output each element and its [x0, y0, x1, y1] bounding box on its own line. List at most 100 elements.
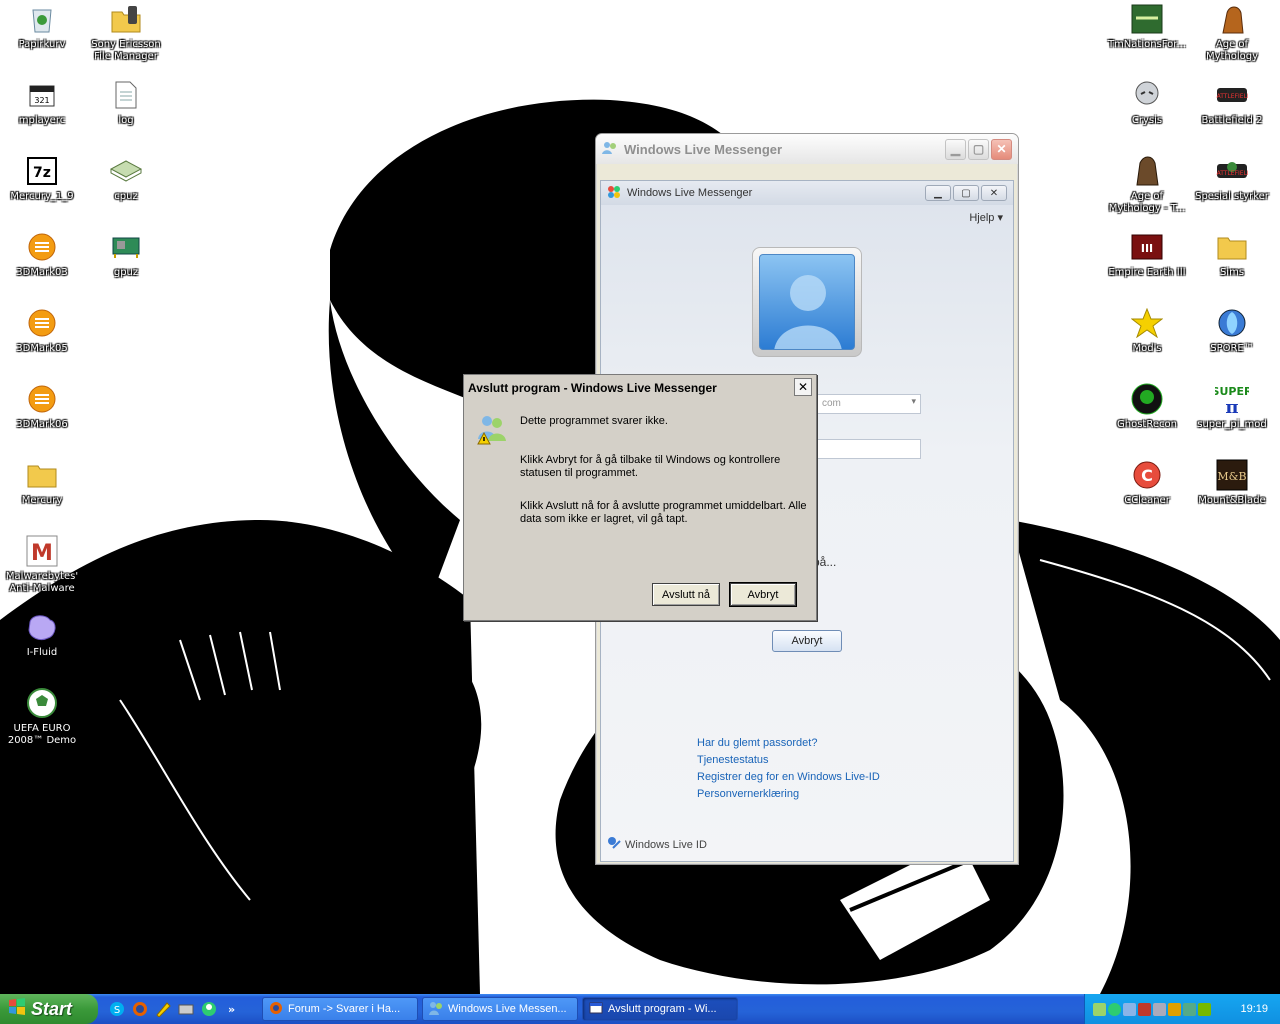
- skype-icon[interactable]: S: [108, 1001, 125, 1018]
- tray-icon-messenger[interactable]: [1108, 1002, 1121, 1016]
- svg-text:M&B: M&B: [1217, 470, 1246, 483]
- desktop-icon-uefa-euro[interactable]: UEFA EURO 2008™ Demo: [0, 686, 84, 747]
- windows-live-id-icon: [607, 836, 621, 853]
- desktop-icon-log[interactable]: log: [84, 78, 168, 127]
- firefox-icon[interactable]: [131, 1001, 148, 1018]
- messenger-warning-icon: [476, 413, 508, 448]
- taskbar-button-messenger[interactable]: Windows Live Messen...: [422, 997, 578, 1021]
- tray-icon-monitor[interactable]: [1153, 1002, 1166, 1016]
- messenger-inner-title-bar[interactable]: Windows Live Messenger ▁ ▢ ✕: [601, 181, 1013, 205]
- desktop-icon-recycle-bin[interactable]: Papirkurv: [0, 2, 84, 51]
- desktop-icon-spesial-styrker[interactable]: BATTLEFIELD Spesial styrker: [1190, 154, 1274, 203]
- star-icon: [1130, 306, 1164, 340]
- maximize-button[interactable]: ▢: [968, 138, 989, 160]
- crysis-icon: [1130, 78, 1164, 112]
- messenger-quick-icon[interactable]: [200, 1001, 217, 1018]
- outer-window-title: Windows Live Messenger: [624, 141, 783, 157]
- desktop-icon-3dmark05[interactable]: 3DMark05: [0, 306, 84, 355]
- taskbar-button-end-program[interactable]: Avslutt program - Wi...: [582, 997, 738, 1021]
- inner-maximize-button[interactable]: ▢: [953, 185, 979, 201]
- desktop-icon-ghostrecon[interactable]: GhostRecon: [1105, 382, 1189, 431]
- desktop-icon-gpuz[interactable]: gpuz: [84, 230, 168, 279]
- tray-icon-network[interactable]: [1093, 1002, 1106, 1016]
- desktop-icon-ccleaner[interactable]: C CCleaner: [1105, 458, 1189, 507]
- folder-icon: [1215, 230, 1249, 264]
- messenger-inner-title: Windows Live Messenger: [627, 187, 753, 199]
- desktop-icon-3dmark06[interactable]: 3DMark06: [0, 382, 84, 431]
- desktop-icon-mercury-1-9[interactable]: 7z Mercury_1_9: [0, 154, 84, 203]
- folder-icon: [25, 458, 59, 492]
- svg-text:π: π: [1225, 397, 1238, 415]
- desktop-icon-sims[interactable]: Sims: [1190, 230, 1274, 279]
- register-live-id-link[interactable]: Registrer deg for en Windows Live-ID: [697, 769, 880, 786]
- svg-text:BATTLEFIELD: BATTLEFIELD: [1216, 93, 1248, 100]
- windows-logo-icon: [8, 997, 26, 1021]
- 7zip-icon: 7z: [25, 154, 59, 188]
- end-now-button[interactable]: Avslutt nå: [652, 583, 720, 606]
- taskbar: Start S » Forum -> Svarer i Ha... Window…: [0, 994, 1280, 1024]
- windows-live-id-footer: Windows Live ID: [607, 836, 707, 853]
- battlefield-icon: BATTLEFIELD: [1215, 78, 1249, 112]
- start-button[interactable]: Start: [0, 994, 98, 1024]
- desktop-icon-super-pi-mod[interactable]: SUPER π super_pi_mod: [1190, 382, 1274, 431]
- keyboard-icon[interactable]: [177, 1001, 194, 1018]
- email-field[interactable]: com ▾: [815, 394, 921, 414]
- password-field[interactable]: [815, 439, 921, 459]
- malwarebytes-icon: M: [25, 534, 59, 568]
- inner-close-button[interactable]: ✕: [981, 185, 1007, 201]
- messenger-links: Har du glemt passordet? Tjenestestatus R…: [697, 735, 880, 803]
- tray-icon-nvidia[interactable]: [1198, 1002, 1211, 1016]
- chevron-down-icon: ▾: [911, 397, 916, 407]
- forgot-password-link[interactable]: Har du glemt passordet?: [697, 735, 880, 752]
- desktop-icon-age-of-mythology-titans[interactable]: Age of Mythology - T...: [1105, 154, 1189, 215]
- desktop-icon-crysis[interactable]: Crysis: [1105, 78, 1189, 127]
- desktop-icon-mplayerc[interactable]: 321 mplayerc: [0, 78, 84, 127]
- service-status-link[interactable]: Tjenestestatus: [697, 752, 880, 769]
- desktop-icon-mount-blade[interactable]: M&B Mount&Blade: [1190, 458, 1274, 507]
- desktop-icon-tmnations[interactable]: TmNationsFor...: [1105, 2, 1189, 51]
- svg-text:M: M: [31, 541, 53, 566]
- ifluid-icon: [25, 610, 59, 644]
- tray-icon-update[interactable]: [1183, 1002, 1196, 1016]
- svg-text:III: III: [1141, 242, 1153, 255]
- clock[interactable]: 19:19: [1240, 1003, 1268, 1015]
- 3dmark-icon: [25, 230, 59, 264]
- tray-icon-display[interactable]: [1123, 1002, 1136, 1016]
- desktop-icon-battlefield-2[interactable]: BATTLEFIELD Battlefield 2: [1190, 78, 1274, 127]
- ghost-recon-icon: [1130, 382, 1164, 416]
- inner-minimize-button[interactable]: ▁: [925, 185, 951, 201]
- quick-launch-tool-icon[interactable]: [154, 1001, 171, 1018]
- desktop-icon-spore[interactable]: SPORE™: [1190, 306, 1274, 355]
- firefox-icon: [269, 1001, 283, 1018]
- tray-icon-security[interactable]: [1168, 1002, 1181, 1016]
- dialog-close-button[interactable]: ✕: [794, 378, 812, 396]
- desktop-icon-sony-ericsson[interactable]: Sony Ericsson File Manager: [84, 2, 168, 63]
- close-button[interactable]: ✕: [991, 138, 1012, 160]
- desktop-icon-cpuz[interactable]: cpuz: [84, 154, 168, 203]
- end-program-dialog[interactable]: Avslutt program - Windows Live Messenger…: [463, 374, 817, 621]
- help-menu[interactable]: Hjelp ▾: [969, 211, 1003, 224]
- taskbar-button-firefox-forum[interactable]: Forum -> Svarer i Ha...: [262, 997, 418, 1021]
- ccleaner-icon: C: [1130, 458, 1164, 492]
- outer-title-bar[interactable]: Windows Live Messenger ▁ ▢ ✕: [596, 134, 1018, 164]
- desktop-icon-i-fluid[interactable]: I-Fluid: [0, 610, 84, 659]
- soccer-ball-icon: [25, 686, 59, 720]
- desktop-icon-malwarebytes[interactable]: M Malwarebytes' Anti-Malware: [0, 534, 84, 595]
- desktop-icon-mods[interactable]: Mod's: [1105, 306, 1189, 355]
- chevron-down-icon: ▾: [997, 212, 1003, 224]
- desktop-icon-empire-earth[interactable]: III Empire Earth III: [1105, 230, 1189, 279]
- quick-launch-expand-chevron[interactable]: »: [223, 1001, 240, 1018]
- avatar[interactable]: [752, 247, 862, 357]
- tray-icon-volume[interactable]: [1138, 1002, 1151, 1016]
- privacy-statement-link[interactable]: Personvernerklæring: [697, 786, 880, 803]
- desktop-icon-3dmark03[interactable]: 3DMark03: [0, 230, 84, 279]
- desktop-icon-mercury[interactable]: Mercury: [0, 458, 84, 507]
- 3dmark-icon: [25, 306, 59, 340]
- desktop-icon-age-of-mythology[interactable]: Age of Mythology: [1190, 2, 1274, 63]
- dialog-message-2: Klikk Avbryt for å gå tilbake til Window…: [520, 454, 781, 479]
- cpu-chip-icon: [109, 154, 143, 188]
- svg-text:321: 321: [34, 96, 49, 105]
- messenger-cancel-button[interactable]: Avbryt: [772, 630, 842, 652]
- minimize-button[interactable]: ▁: [945, 138, 966, 160]
- dialog-cancel-button[interactable]: Avbryt: [729, 582, 797, 607]
